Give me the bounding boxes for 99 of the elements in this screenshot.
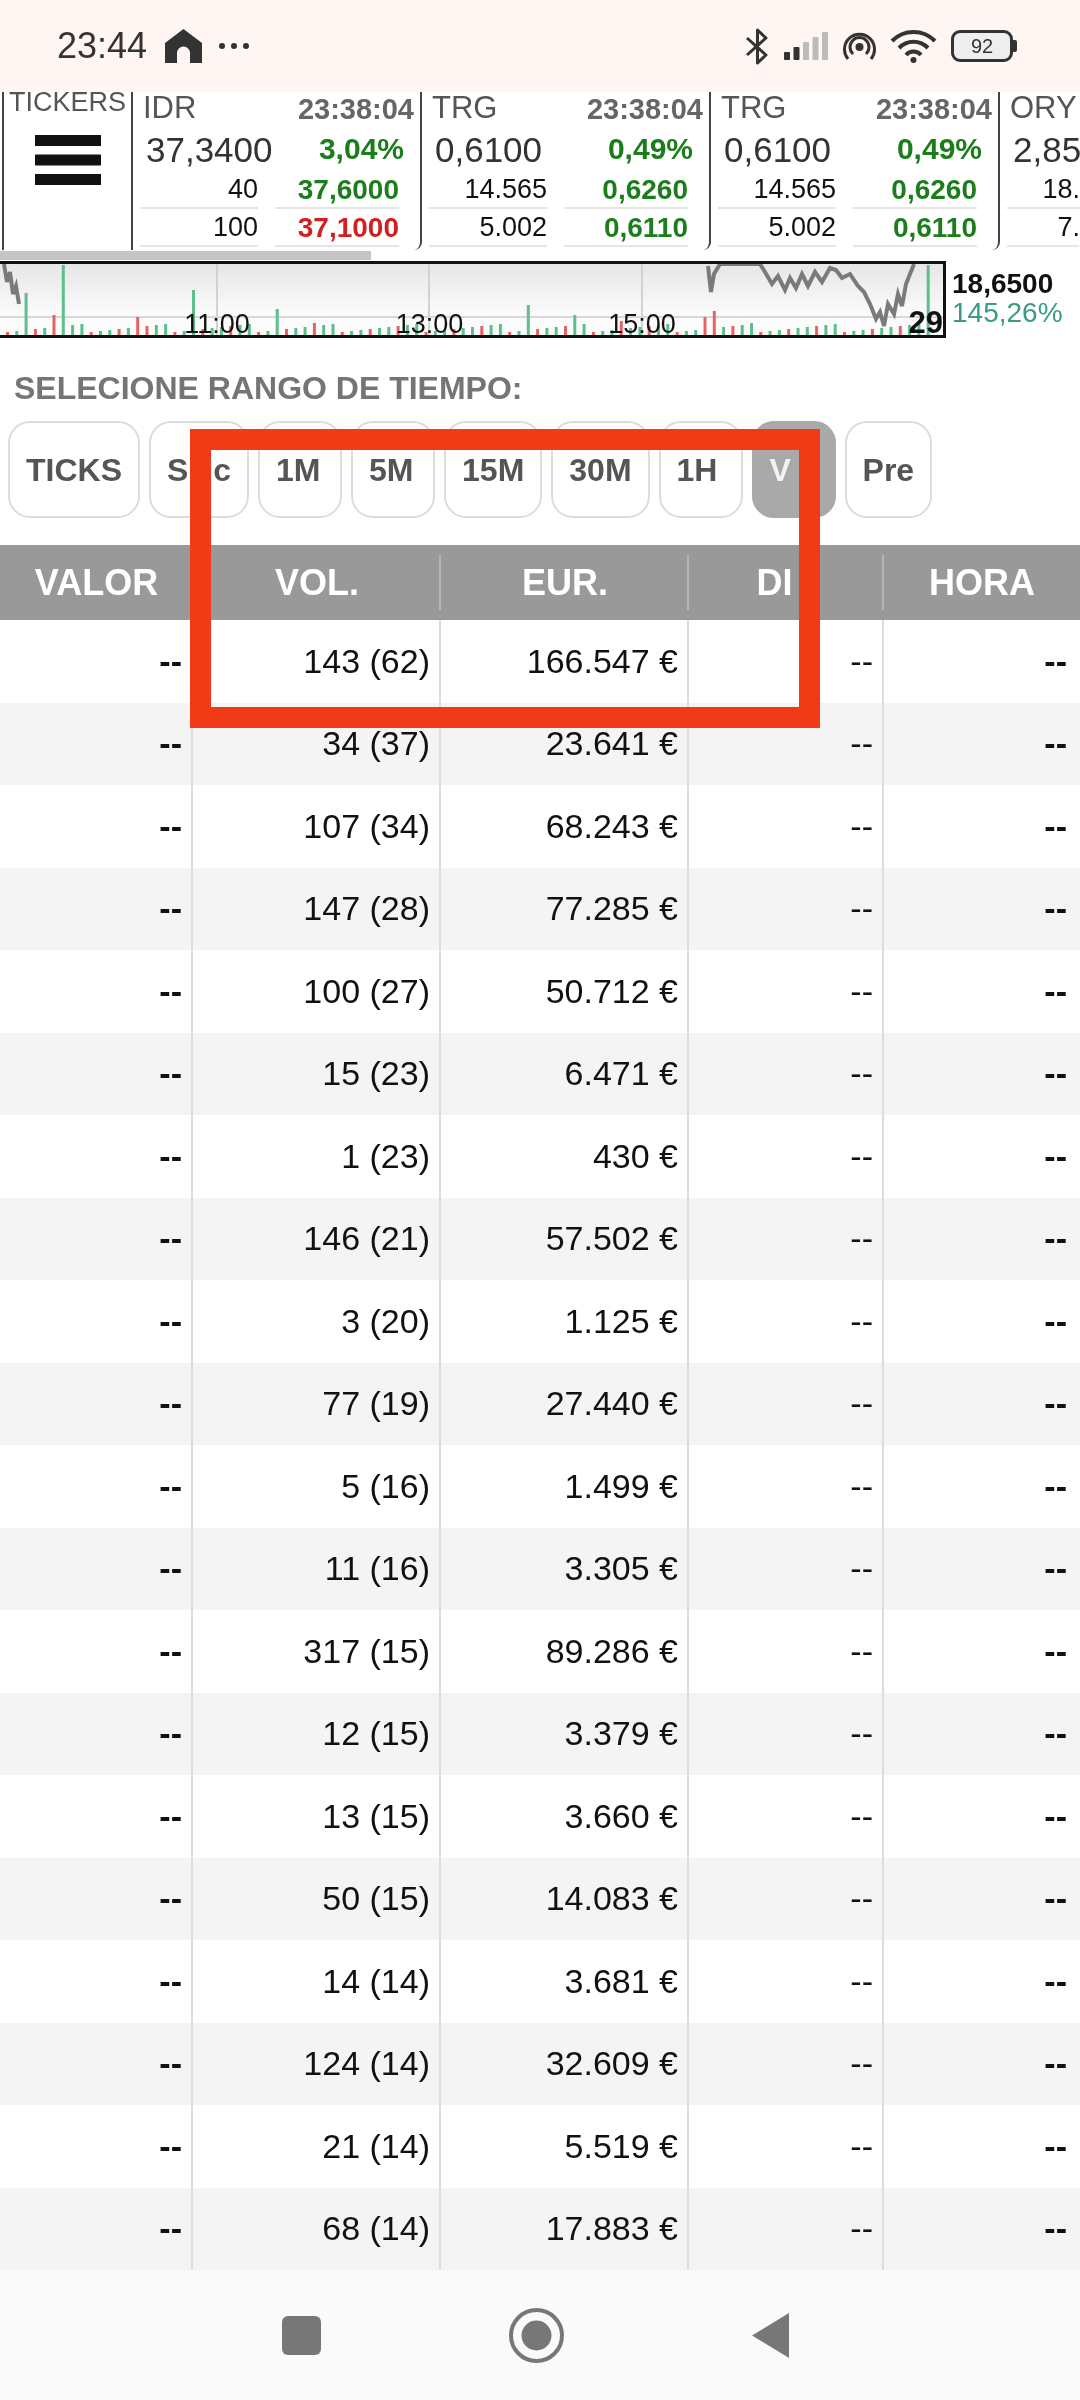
table-cell: 50 (15) xyxy=(193,1857,441,1940)
table-cell: -- xyxy=(689,1692,884,1775)
table-cell: -- xyxy=(884,702,1080,785)
table-cell: -- xyxy=(0,702,193,785)
range-option-button[interactable]: Pre xyxy=(844,421,933,518)
ticker-quantity: 5.002 xyxy=(429,210,547,247)
table-cell: 3.379 € xyxy=(441,1692,689,1775)
table-cell: -- xyxy=(689,1857,884,1940)
table-cell: 77 (19) xyxy=(193,1362,441,1445)
ticker-quantity: 7. xyxy=(1007,210,1080,247)
table-cell: 11 (16) xyxy=(193,1527,441,1610)
table-cell: -- xyxy=(884,2022,1080,2105)
battery-percentage: 92 xyxy=(970,36,994,56)
ticker-quote: 0,6260 xyxy=(853,172,977,209)
table-cell: 17.883 € xyxy=(441,2187,689,2270)
table-cell: 57.502 € xyxy=(441,1197,689,1280)
table-cell: 68 (14) xyxy=(193,2187,441,2270)
table-cell: -- xyxy=(884,867,1080,950)
table-cell: -- xyxy=(689,867,884,950)
wifi-icon xyxy=(890,29,937,63)
table-cell: -- xyxy=(689,2187,884,2270)
table-cell: -- xyxy=(0,867,193,950)
table-cell: 14.083 € xyxy=(441,1857,689,1940)
table-cell: -- xyxy=(0,1692,193,1775)
bluetooth-icon xyxy=(745,27,770,65)
ticker-time: 23:38:04 xyxy=(875,94,992,125)
ticker-symbol: ORY xyxy=(1009,92,1077,123)
ticker-quote: 0,6110 xyxy=(564,210,688,247)
ticker-change: 0,49% xyxy=(896,134,982,164)
table-cell: -- xyxy=(0,1197,193,1280)
ticker-quantity: 14.565 xyxy=(718,172,836,209)
ticker-time: 23:38:04 xyxy=(297,94,414,125)
ticker-quote: 37,1000 xyxy=(275,210,399,247)
back-icon[interactable] xyxy=(752,2312,789,2358)
table-cell: 12 (15) xyxy=(193,1692,441,1775)
ticker-quote: 0,6260 xyxy=(564,172,688,209)
ticker-card[interactable]: TRG 23:38:04 0,6100 0,49% 14.565 0,6260 5.002 0,6110 xyxy=(422,92,711,250)
ticker-quantity: 40 xyxy=(140,172,258,209)
table-cell: -- xyxy=(0,1527,193,1610)
ticker-price: 0,6100 xyxy=(723,131,833,167)
table-cell: -- xyxy=(0,1857,193,1940)
table-cell: -- xyxy=(689,1032,884,1115)
time-axis-label: 13:00 xyxy=(395,313,464,335)
table-cell: -- xyxy=(0,1032,193,1115)
ticker-price: 37,3400 xyxy=(145,131,274,167)
table-cell: -- xyxy=(884,2187,1080,2270)
last-price: 18,6500 xyxy=(952,269,1054,298)
table-cell: -- xyxy=(689,2022,884,2105)
ticker-quantity: 5.002 xyxy=(718,210,836,247)
ticker-card[interactable]: ORY 2,85 18. 7. xyxy=(1000,92,1080,250)
ticker-change: 3,04% xyxy=(318,134,404,164)
table-cell: -- xyxy=(0,1362,193,1445)
status-time: 23:44 xyxy=(57,28,148,64)
table-cell: -- xyxy=(884,1197,1080,1280)
square-icon[interactable] xyxy=(282,2315,321,2355)
range-option-button[interactable]: TICKS xyxy=(8,421,140,518)
ticker-symbol: TRG xyxy=(720,92,787,123)
table-cell: 124 (14) xyxy=(193,2022,441,2105)
table-cell: 6.471 € xyxy=(441,1032,689,1115)
ticker-card[interactable]: TRG 23:38:04 0,6100 0,49% 14.565 0,6260 5.002 0,6110 xyxy=(711,92,1000,250)
time-axis-label: 15:00 xyxy=(608,313,676,335)
last-change: 145,26% xyxy=(952,298,1063,327)
signal-icon xyxy=(784,32,829,60)
table-cell: -- xyxy=(0,2022,193,2105)
hotspot-icon xyxy=(843,31,876,61)
table-cell: -- xyxy=(884,1692,1080,1775)
ticker-symbol: IDR xyxy=(142,92,197,123)
ticker-price: 2,85 xyxy=(1012,131,1080,167)
ticker-symbol: TRG xyxy=(431,92,498,123)
ticker-time: 23:38:04 xyxy=(586,94,703,125)
home-icon xyxy=(165,29,203,63)
table-cell: -- xyxy=(689,1197,884,1280)
table-cell: 32.609 € xyxy=(441,2022,689,2105)
ticker-quote: 37,6000 xyxy=(275,172,399,209)
table-cell: -- xyxy=(689,1527,884,1610)
table-cell: -- xyxy=(884,1362,1080,1445)
more-dots-icon xyxy=(219,43,250,49)
table-cell: -- xyxy=(884,1857,1080,1940)
table-cell: 147 (28) xyxy=(193,867,441,950)
tickers-panel[interactable]: TICKERS xyxy=(2,92,133,250)
table-cell: -- xyxy=(884,1527,1080,1610)
ticker-quantity: 100 xyxy=(140,210,258,247)
table-cell: 146 (21) xyxy=(193,1197,441,1280)
ticker-quantity: 18. xyxy=(1007,172,1080,209)
table-cell: -- xyxy=(0,2187,193,2270)
table-cell: 27.440 € xyxy=(441,1362,689,1445)
ticker-quantity: 14.565 xyxy=(429,172,547,209)
ticker-price: 0,6100 xyxy=(434,131,544,167)
table-cell: 77.285 € xyxy=(441,867,689,950)
ring-icon[interactable] xyxy=(509,2307,564,2363)
tickers-label: TICKERS xyxy=(9,92,126,116)
section-label: SELECIONE RANGO DE TIEMPO: xyxy=(14,372,523,404)
table-cell: -- xyxy=(884,1032,1080,1115)
menu-icon[interactable] xyxy=(34,135,101,185)
table-cell: -- xyxy=(689,1362,884,1445)
table-cell: 15 (23) xyxy=(193,1032,441,1115)
ticker-quote: 0,6110 xyxy=(853,210,977,247)
table-cell: 3.305 € xyxy=(441,1527,689,1610)
ticker-change: 0,49% xyxy=(607,134,693,164)
